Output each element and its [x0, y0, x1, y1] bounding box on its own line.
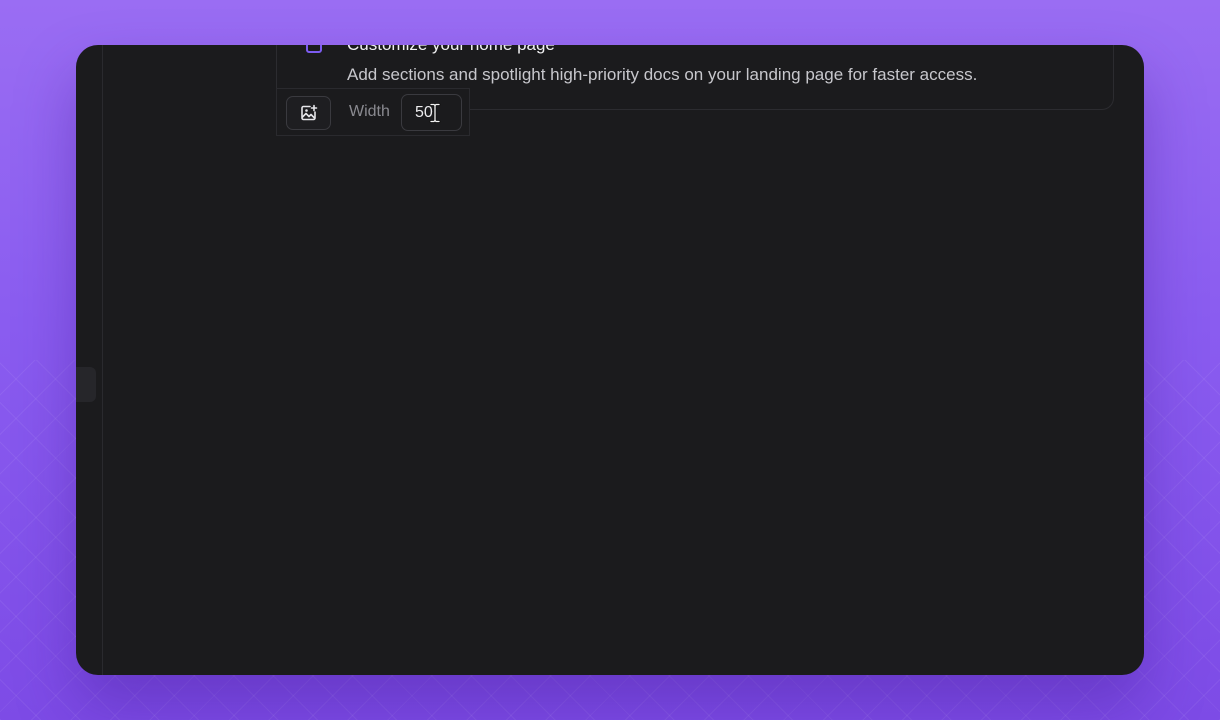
checklist-checkbox[interactable]	[306, 45, 322, 53]
image-plus-icon	[300, 104, 317, 121]
sidebar-divider	[102, 45, 103, 675]
checklist-item-title: Customize your home page	[347, 45, 555, 55]
app-window: Customize your home page Add sections an…	[76, 45, 1144, 675]
checklist-item-description: Add sections and spotlight high-priority…	[347, 65, 978, 84]
add-image-button[interactable]	[286, 96, 331, 130]
image-toolbar: Width	[276, 88, 470, 136]
width-label: Width	[349, 103, 390, 120]
sidebar-resize-handle[interactable]	[76, 367, 96, 402]
width-input[interactable]	[401, 94, 462, 131]
